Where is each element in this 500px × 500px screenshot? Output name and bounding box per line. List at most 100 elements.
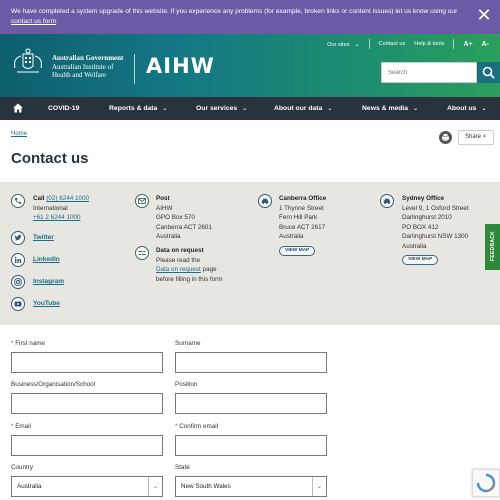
upgrade-alert-banner: We have completed a system upgrade of th… xyxy=(0,0,500,34)
data-on-request-link[interactable]: Data on request xyxy=(156,266,201,273)
printer-icon xyxy=(442,134,449,141)
linkedin-link[interactable]: LinkedIn xyxy=(33,256,60,263)
state-select[interactable]: New South Wales ⌄ xyxy=(175,476,327,497)
sydney-view-map-button[interactable]: VIEW MAP xyxy=(402,255,439,265)
surname-input[interactable] xyxy=(175,352,327,373)
gov-line-3: Health and Welfare xyxy=(52,71,107,79)
confirm-email-label: * Confirm email xyxy=(175,423,219,430)
youtube-link[interactable]: YouTube xyxy=(33,300,60,307)
coat-of-arms-icon xyxy=(14,48,42,73)
twitter-link[interactable]: Twitter xyxy=(33,234,54,241)
state-label: State xyxy=(175,464,190,471)
confirm-email-input[interactable] xyxy=(175,435,327,456)
country-select[interactable]: Australia ⌄ xyxy=(11,476,163,497)
phone-icon xyxy=(11,194,25,208)
instagram-link[interactable]: Instagram xyxy=(33,278,64,285)
alert-message: We have completed a system upgrade of th… xyxy=(11,8,458,25)
nav-item-our-services[interactable]: Our services ⌄ xyxy=(196,97,247,120)
close-icon[interactable]: ✕ xyxy=(474,6,494,26)
data-request-text: Please read the xyxy=(156,256,201,264)
international-label: International xyxy=(33,204,68,212)
search-icon xyxy=(482,66,495,79)
chevron-down-icon: ⌄ xyxy=(162,105,168,112)
utility-links: Our sites ⌄ Contact us Help & tools A+ A- xyxy=(327,38,489,50)
main-nav: COVID-19 Reports & data ⌄ Our services ⌄ A… xyxy=(0,97,500,120)
country-value: Australia xyxy=(17,483,42,490)
first-name-input[interactable] xyxy=(11,352,163,373)
logo-divider xyxy=(134,54,135,84)
share-icon: < xyxy=(482,134,487,140)
mail-icon xyxy=(135,194,149,208)
chevron-down-icon: ⌄ xyxy=(312,477,326,496)
email-input[interactable] xyxy=(11,435,163,456)
position-label: Position xyxy=(175,381,198,388)
chevron-down-icon: ⌄ xyxy=(413,105,419,112)
instagram-icon[interactable] xyxy=(11,275,25,289)
divider xyxy=(453,39,455,49)
search-field xyxy=(381,62,477,83)
sydney-office-block: Sydney Office Level 9, 1 Oxford Street D… xyxy=(402,194,469,251)
post-line: Canberra ACT 2601 xyxy=(156,223,212,231)
aihw-logo[interactable]: AIHW xyxy=(146,54,215,78)
state-value: New South Wales xyxy=(181,483,231,490)
business-label: Business/Organisation/School xyxy=(11,381,96,388)
address-line: Bruce ACT 2617 xyxy=(279,223,326,231)
nav-item-about-our-data[interactable]: About our data ⌄ xyxy=(274,97,332,120)
canberra-office-label: Canberra Office xyxy=(279,195,327,202)
data-request-text: before filling in this form xyxy=(156,275,223,283)
car-icon xyxy=(258,194,272,208)
youtube-icon[interactable] xyxy=(11,297,25,311)
contact-us-link[interactable]: Contact us xyxy=(379,41,406,47)
twitter-icon[interactable] xyxy=(11,231,25,245)
nav-item-covid-19[interactable]: COVID-19 xyxy=(48,97,79,120)
feedback-tab[interactable]: FEEDBACK xyxy=(485,224,500,270)
help-tools-link[interactable]: Help & tools xyxy=(414,41,444,47)
contact-form-link[interactable]: contact us form xyxy=(11,18,56,25)
surname-label: Surname xyxy=(175,340,201,347)
chevron-down-icon: ⌄ xyxy=(481,105,487,112)
gov-line-2: Australian Institute of xyxy=(52,62,114,71)
recaptcha-badge[interactable] xyxy=(472,469,500,497)
post-line: AIHW xyxy=(156,204,173,212)
search-input[interactable] xyxy=(382,63,476,82)
data-request-label: Data on request xyxy=(156,247,204,254)
international-number-link[interactable]: +61 2 6244 1000 xyxy=(33,214,80,221)
contact-panel: Call (02) 6244 1000 International +61 2 … xyxy=(0,182,500,325)
gov-line-1: Australian Government xyxy=(52,54,124,62)
phone-number-link[interactable]: (02) 6244 1000 xyxy=(46,195,89,202)
nav-item-about-us[interactable]: About us ⌄ xyxy=(447,97,486,120)
chevron-down-icon: ⌄ xyxy=(148,477,162,496)
address-line: Australia xyxy=(402,242,427,250)
our-sites-link[interactable]: Our sites ⌄ xyxy=(327,41,359,48)
government-logo-text[interactable]: Australian Government Australian Institu… xyxy=(52,54,123,80)
post-line: GPO Box 570 xyxy=(156,214,195,221)
share-button[interactable]: Share < xyxy=(458,130,494,145)
recaptcha-icon xyxy=(476,473,496,493)
address-line: Australia xyxy=(279,233,304,240)
page-title: Contact us xyxy=(11,150,89,167)
first-name-label: * First name xyxy=(11,340,45,347)
linkedin-icon[interactable] xyxy=(11,253,25,267)
text-larger-button[interactable]: A+ xyxy=(463,41,472,48)
canberra-office-block: Canberra Office 1 Thynne Street Fern Hil… xyxy=(279,194,326,242)
address-line: Darlinghurst NSW 1300 xyxy=(402,233,469,240)
search-button[interactable] xyxy=(477,62,500,83)
print-button[interactable] xyxy=(439,131,452,144)
breadcrumb-home[interactable]: Home xyxy=(11,131,27,137)
site-header: Australian Government Australian Institu… xyxy=(0,34,500,97)
address-line: Level 9, 1 Oxford Street xyxy=(402,204,469,212)
home-icon[interactable] xyxy=(13,103,23,113)
business-input[interactable] xyxy=(11,393,163,414)
address-line: PO BOX 412 xyxy=(402,223,439,231)
call-label: Call xyxy=(33,195,45,202)
country-label: Country xyxy=(11,464,34,471)
canberra-view-map-button[interactable]: VIEW MAP xyxy=(279,246,316,256)
post-label: Post xyxy=(156,195,170,202)
chevron-down-icon: ⌄ xyxy=(327,105,333,112)
text-smaller-button[interactable]: A- xyxy=(482,41,489,48)
position-input[interactable] xyxy=(175,393,327,414)
nav-item-reports-data[interactable]: Reports & data ⌄ xyxy=(109,97,167,120)
post-block: Post AIHW GPO Box 570 Canberra ACT 2601 … xyxy=(156,194,212,242)
nav-item-news-media[interactable]: News & media ⌄ xyxy=(362,97,418,120)
divider xyxy=(368,39,370,49)
